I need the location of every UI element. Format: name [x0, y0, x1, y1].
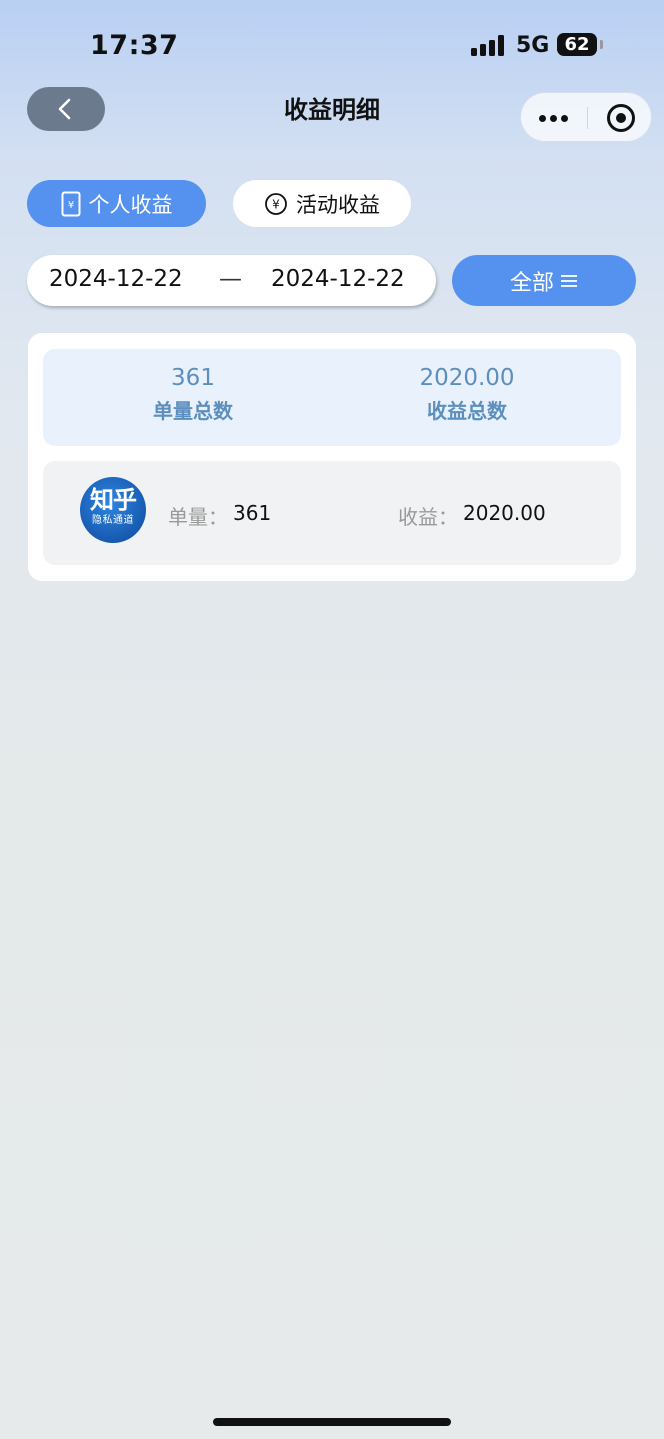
- total-orders-value: 361: [171, 365, 215, 391]
- summary-panel: 361 单量总数 2020.00 收益总数: [43, 349, 621, 446]
- record-earnings-value: 2020.00: [463, 501, 546, 525]
- zhihu-logo: 知乎 隐私通道: [80, 477, 146, 543]
- record-earnings-label: 收益：: [398, 505, 458, 529]
- record-orders-value: 361: [233, 501, 272, 525]
- signal-icon: [471, 35, 505, 56]
- network-type: 5G: [516, 33, 550, 58]
- record-orders-label: 单量：: [168, 505, 228, 529]
- menu-lines-icon: [560, 273, 578, 289]
- yuan-receipt-icon: ¥: [61, 191, 81, 217]
- date-separator: —: [219, 266, 242, 292]
- target-circle-icon[interactable]: [607, 104, 635, 132]
- logo-text: 知乎: [90, 486, 137, 514]
- start-date[interactable]: 2024-12-22: [49, 266, 183, 292]
- total-earnings-label: 收益总数: [427, 399, 507, 423]
- capsule-divider: [587, 107, 588, 129]
- end-date[interactable]: 2024-12-22: [271, 266, 405, 292]
- tab-label: 活动收益: [296, 192, 380, 217]
- status-time: 17:37: [90, 30, 179, 61]
- category-filter-button[interactable]: 全部: [452, 255, 636, 306]
- battery-cap: [600, 40, 603, 49]
- total-earnings-value: 2020.00: [419, 365, 515, 391]
- date-range-picker[interactable]: 2024-12-22 — 2024-12-22: [27, 255, 436, 306]
- svg-text:¥: ¥: [67, 200, 73, 211]
- home-indicator[interactable]: [213, 1418, 451, 1426]
- more-dots-icon[interactable]: [539, 115, 569, 122]
- total-orders-label: 单量总数: [153, 399, 233, 423]
- tab-label: 个人收益: [88, 192, 173, 217]
- svg-text:¥: ¥: [272, 197, 280, 211]
- yuan-circle-icon: ¥: [264, 192, 288, 216]
- list-item[interactable]: 知乎 隐私通道 单量： 361 收益： 2020.00: [43, 461, 621, 565]
- battery-icon: 62: [557, 33, 597, 56]
- logo-subtext: 隐私通道: [92, 515, 134, 526]
- status-bar: 17:37 5G 62: [0, 0, 664, 80]
- mini-program-capsule: [520, 92, 652, 142]
- total-earnings-stat: 2020.00 收益总数: [357, 365, 577, 424]
- earnings-card: 361 单量总数 2020.00 收益总数 知乎 隐私通道 单量： 361 收益…: [28, 333, 636, 581]
- tab-personal-earnings[interactable]: ¥ 个人收益: [27, 180, 206, 227]
- tab-activity-earnings[interactable]: ¥ 活动收益: [233, 180, 411, 227]
- category-filter-label: 全部: [509, 270, 554, 296]
- total-orders-stat: 361 单量总数: [83, 365, 303, 424]
